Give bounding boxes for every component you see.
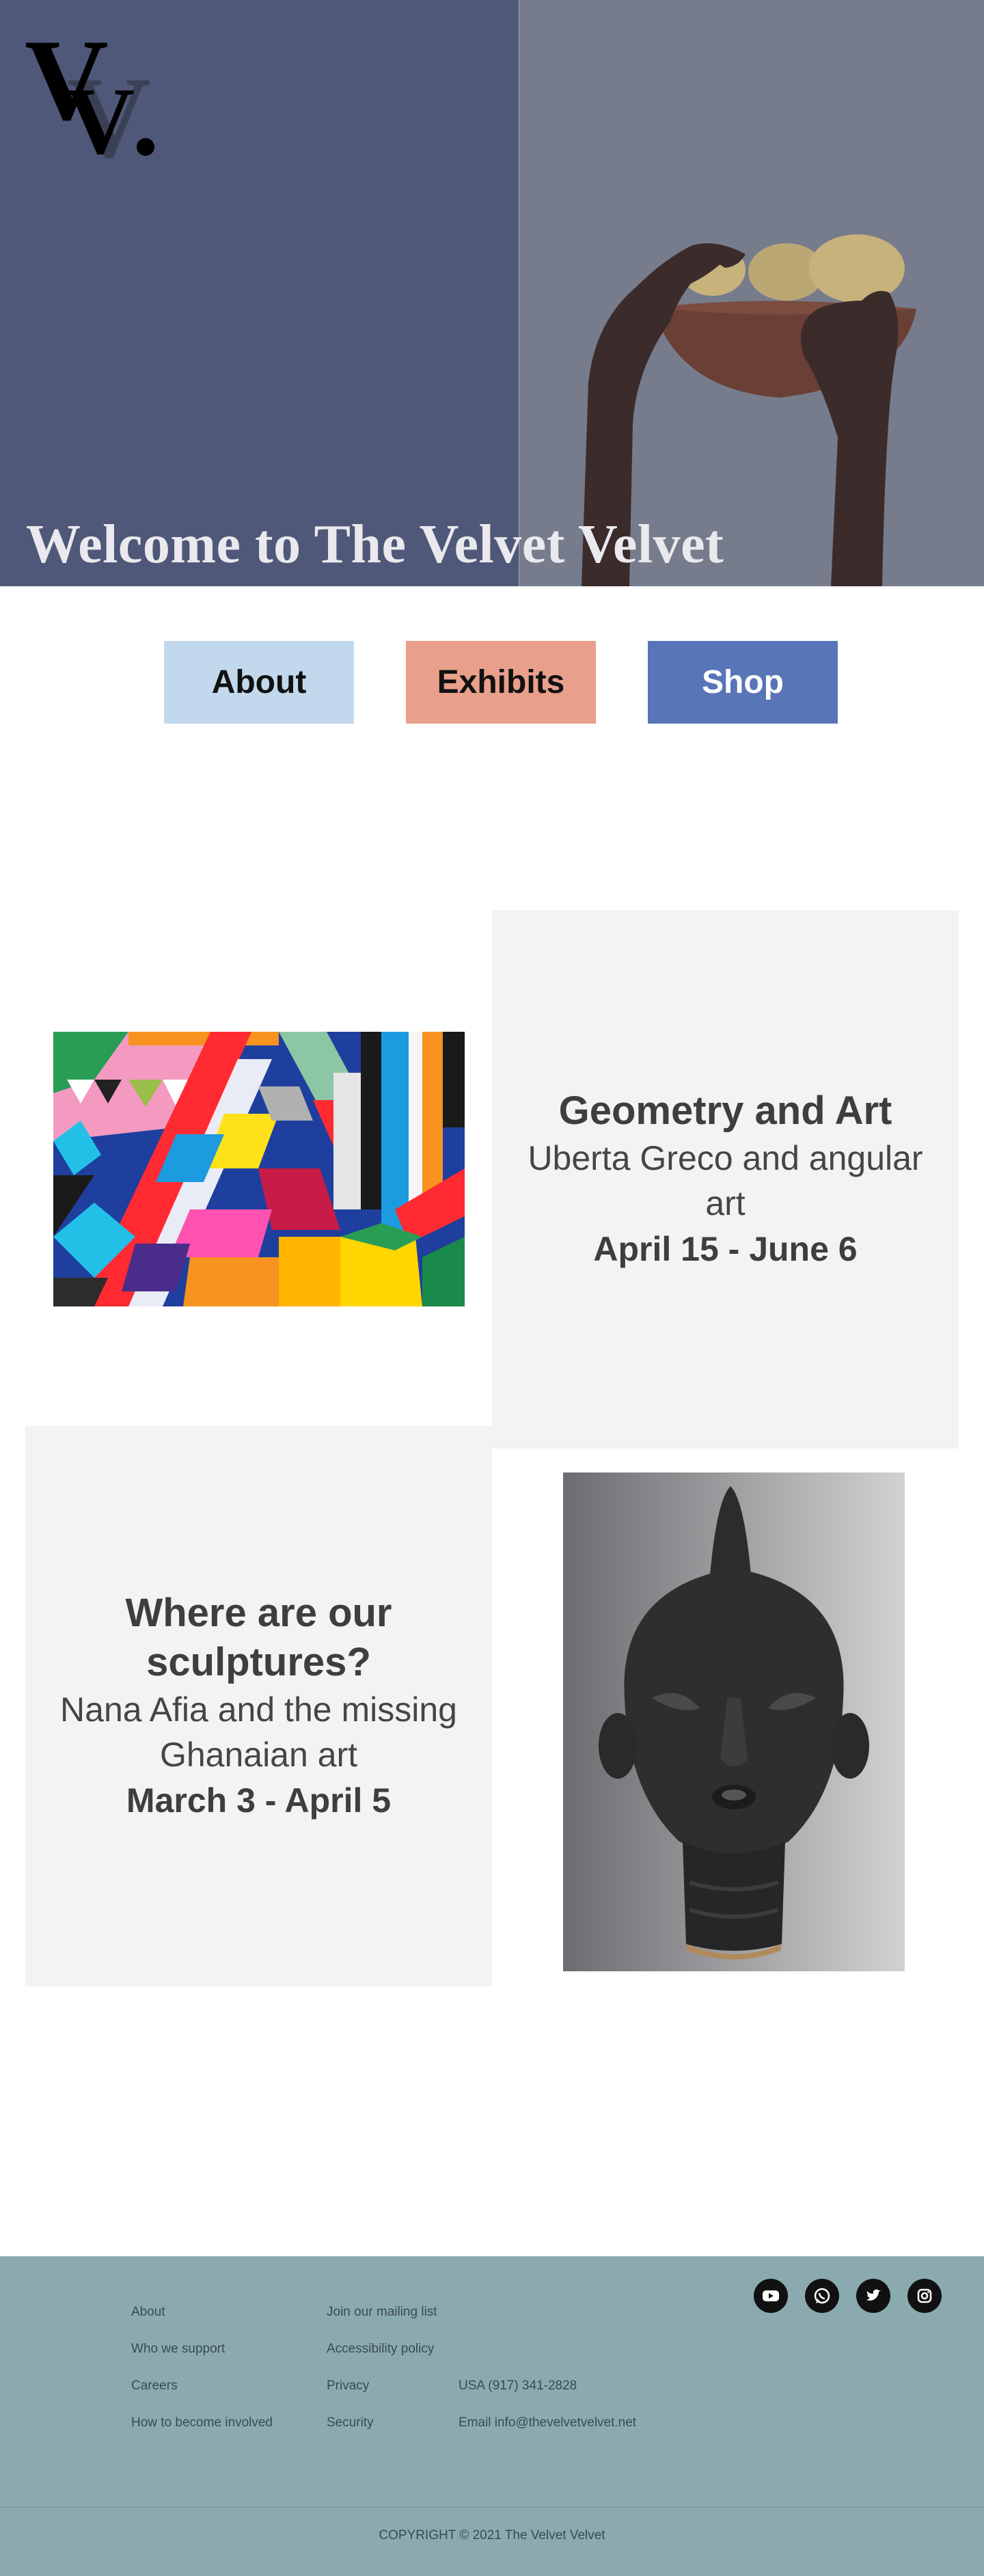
footer-divider [0, 2507, 984, 2508]
footer-email[interactable]: Email info@thevelvetvelvet.net [459, 2415, 636, 2430]
exhibit-dates: March 3 - April 5 [126, 1781, 392, 1820]
exhibit-subtitle: Uberta Greco and angular art [528, 1139, 923, 1222]
svg-text:V: V [66, 68, 135, 174]
copyright-text: COPYRIGHT © 2021 The Velvet Velvet [379, 2528, 605, 2543]
ghanaian-sculpture-head-image [563, 1472, 905, 1971]
footer-link-who-we-support[interactable]: Who we support [131, 2342, 225, 2357]
exhibit-dates: April 15 - June 6 [593, 1230, 858, 1268]
footer-link-about[interactable]: About [131, 2305, 165, 2320]
footer-link-privacy[interactable]: Privacy [327, 2379, 369, 2394]
geometric-painting-image [53, 1032, 465, 1306]
exhibit-card-geometry[interactable]: Geometry and Art Uberta Greco and angula… [492, 910, 959, 1449]
footer-link-become-involved[interactable]: How to become involved [131, 2415, 273, 2430]
shop-button[interactable]: Shop [648, 641, 838, 724]
exhibit-card-sculptures[interactable]: Where are our sculptures? Nana Afia and … [25, 1426, 492, 1986]
exhibit-title: Where are our sculptures? [125, 1591, 392, 1684]
hero-section: V V V Welcome to The Velvet Velvet [0, 0, 984, 586]
hero-hands-bowl-image [582, 234, 916, 586]
footer-link-security[interactable]: Security [327, 2415, 374, 2430]
vv-monogram-logo: V V V [26, 16, 154, 174]
instagram-icon[interactable] [907, 2279, 942, 2313]
footer-link-accessibility[interactable]: Accessibility policy [327, 2342, 434, 2357]
footer-phone: USA (917) 341-2828 [459, 2379, 577, 2393]
exhibits-button[interactable]: Exhibits [406, 641, 596, 724]
youtube-icon[interactable] [754, 2279, 788, 2313]
hero-title: Welcome to The Velvet Velvet [26, 515, 724, 575]
whatsapp-icon[interactable] [805, 2279, 839, 2313]
about-button[interactable]: About [164, 641, 354, 724]
geometric-painting-art [53, 1032, 465, 1306]
exhibit-title: Geometry and Art [558, 1088, 892, 1133]
sculpture-head-art [563, 1472, 905, 1971]
footer-link-careers[interactable]: Careers [131, 2379, 178, 2394]
exhibit-subtitle: Nana Afia and the missing Ghanaian art [60, 1690, 457, 1774]
twitter-icon[interactable] [856, 2279, 890, 2313]
footer-link-mailing-list[interactable]: Join our mailing list [327, 2305, 437, 2320]
